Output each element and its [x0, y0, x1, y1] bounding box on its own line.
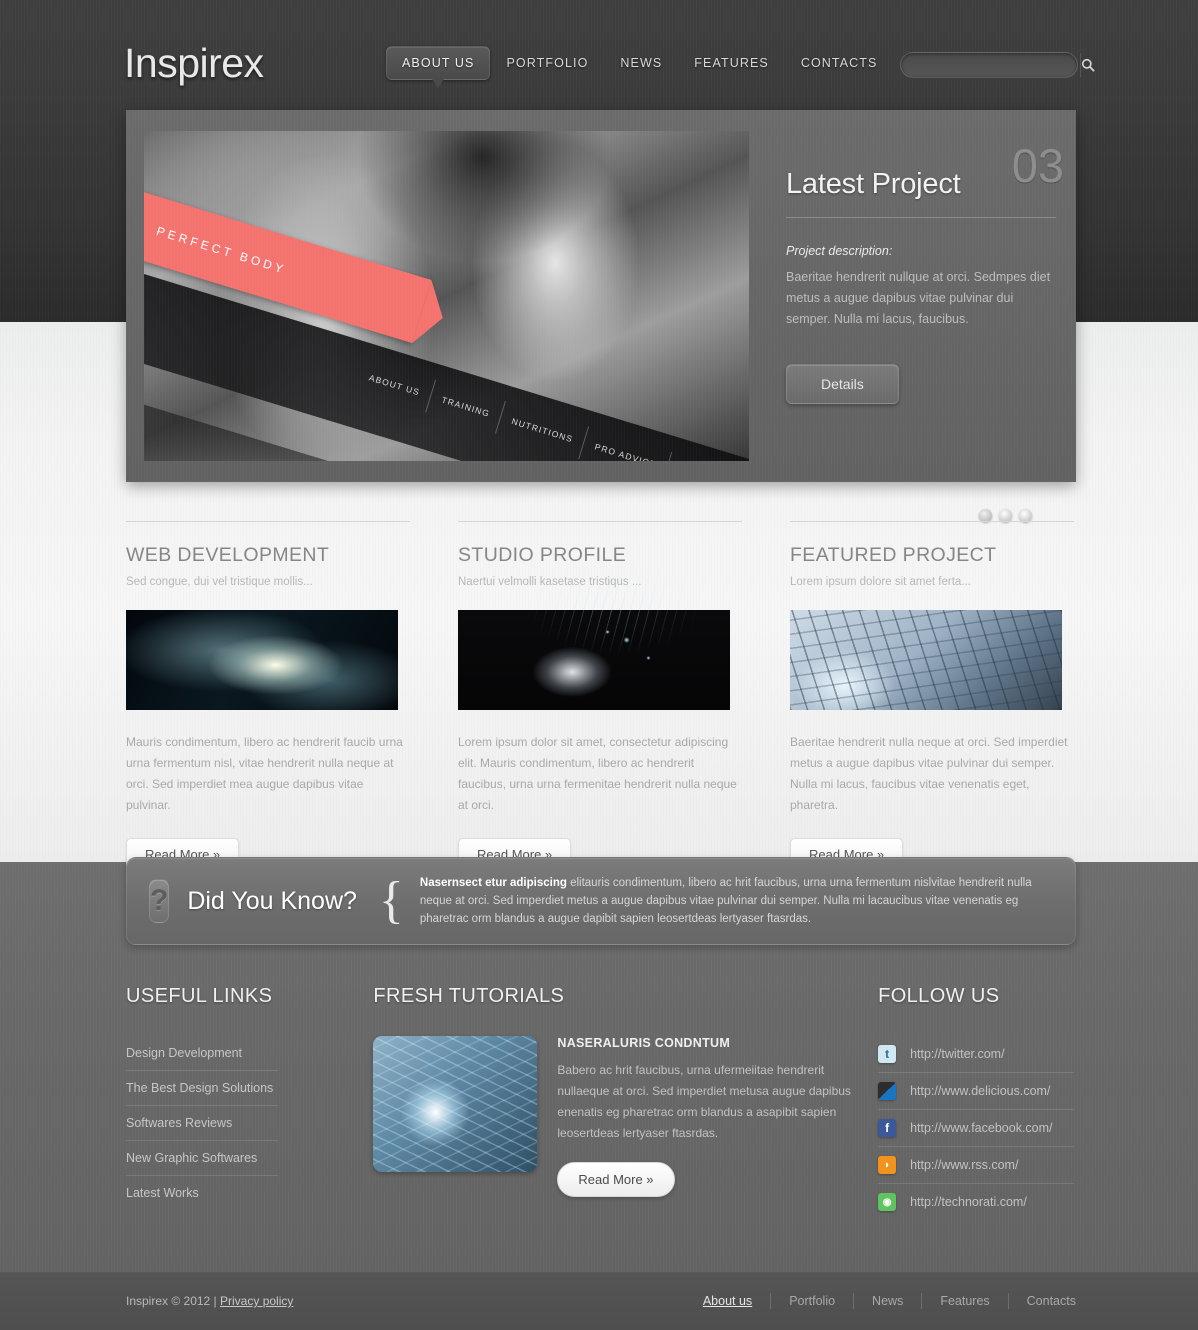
delicious-icon: [878, 1082, 897, 1100]
column-title: WEB DEVELOPMENT: [126, 544, 330, 566]
main-navigation: ABOUT US PORTFOLIO NEWS FEATURES CONTACT…: [386, 46, 894, 88]
slide-image[interactable]: ABOUT US TRAINING NUTRITIONS PRO ADVICE …: [144, 131, 749, 461]
social-link-twitter[interactable]: t http://twitter.com/: [878, 1036, 1075, 1073]
hero-slider: ABOUT US TRAINING NUTRITIONS PRO ADVICE …: [126, 110, 1076, 522]
feature-column-web-development: WEB DEVELOPMENT Sed congue, dui vel tris…: [126, 521, 410, 871]
social-link-rss[interactable]: ◗ http://www.rss.com/: [878, 1147, 1075, 1184]
read-more-button-tutorial[interactable]: Read More »: [557, 1162, 675, 1197]
site-logo[interactable]: Inspirex: [124, 40, 264, 87]
column-title: FEATURED PROJECT: [790, 544, 997, 566]
footer-columns: USEFUL LINKS Design Development The Best…: [126, 985, 1076, 1220]
useful-links-list: Design Development The Best Design Solut…: [126, 1036, 278, 1210]
social-link-facebook[interactable]: f http://www.facebook.com/: [878, 1110, 1075, 1147]
useful-link-softwares-reviews[interactable]: Softwares Reviews: [126, 1106, 278, 1141]
social-url-delicious: http://www.delicious.com/: [910, 1084, 1051, 1098]
copyright-label: Inspirex © 2012 |: [126, 1294, 221, 1308]
useful-links-section: USEFUL LINKS Design Development The Best…: [126, 985, 373, 1220]
column-thumbnail-featured-project[interactable]: [790, 610, 1062, 710]
fresh-tutorials-title: FRESH TUTORIALS: [373, 985, 565, 1007]
slide-nav-pro-advice[interactable]: PRO ADVICE: [579, 426, 673, 461]
slide-nav-nutritions[interactable]: NUTRITIONS: [495, 400, 589, 459]
bottom-bar: Inspirex © 2012 | Privacy policy About u…: [0, 1272, 1198, 1330]
follow-us-title: FOLLOW US: [878, 985, 1000, 1007]
useful-link-best-design-solutions[interactable]: The Best Design Solutions: [126, 1071, 278, 1106]
search-box: [900, 52, 1095, 78]
did-you-know-banner: ? Did You Know? { Nasernsect etur adipis…: [126, 857, 1076, 945]
did-you-know-text: Nasernsect etur adipiscing elitauris con…: [420, 874, 1053, 928]
tutorial-title: NASERALURIS CONDNTUM: [557, 1036, 731, 1050]
fresh-tutorials-section: FRESH TUTORIALS NASERALURIS CONDNTUM Bab…: [373, 985, 878, 1220]
follow-us-section: FOLLOW US t http://twitter.com/ http://w…: [878, 985, 1076, 1220]
slide-nav-about-us[interactable]: ABOUT US: [353, 357, 436, 412]
tutorial-text-block: NASERALURIS CONDNTUM Babero ac hrit fauc…: [557, 1036, 878, 1197]
search-input[interactable]: [901, 53, 1080, 77]
slide-number: 03: [1011, 139, 1064, 192]
tutorial-thumbnail[interactable]: [373, 1036, 538, 1172]
question-mark-icon: ?: [149, 879, 170, 923]
slide-info-panel: 03 Latest Project Project description: B…: [786, 142, 1064, 522]
social-url-twitter: http://twitter.com/: [910, 1047, 1005, 1061]
facebook-icon: f: [878, 1119, 897, 1137]
site-header: Inspirex ABOUT US PORTFOLIO NEWS FEATURE…: [0, 0, 1198, 112]
column-thumbnail-web-development[interactable]: [126, 610, 398, 710]
footer-nav-contacts[interactable]: Contacts: [1009, 1293, 1076, 1309]
footer-navigation: About us Portfolio News Features Contact…: [685, 1293, 1076, 1309]
column-top-divider: [790, 521, 1074, 522]
useful-link-design-development[interactable]: Design Development: [126, 1036, 278, 1071]
curly-brace-icon: {: [378, 872, 404, 930]
social-links-list: t http://twitter.com/ http://www.delicio…: [878, 1036, 1075, 1220]
tutorial-item: NASERALURIS CONDNTUM Babero ac hrit fauc…: [373, 1036, 878, 1197]
column-body: Baeritae hendrerit nulla neque at orci. …: [790, 735, 1068, 812]
did-you-know-title: Did You Know?: [187, 886, 357, 915]
social-url-rss: http://www.rss.com/: [910, 1158, 1019, 1172]
useful-link-new-graphic-softwares[interactable]: New Graphic Softwares: [126, 1141, 278, 1176]
nav-item-about-us[interactable]: ABOUT US: [386, 46, 491, 88]
footer-nav-features[interactable]: Features: [922, 1293, 1009, 1309]
social-link-technorati[interactable]: ◉ http://technorati.com/: [878, 1184, 1074, 1220]
page-root: Inspirex ABOUT US PORTFOLIO NEWS FEATURE…: [0, 0, 1198, 1330]
did-you-know-lead: Nasernsect etur adipiscing: [419, 877, 567, 889]
search-icon: [1081, 58, 1095, 72]
slide-description: Baeritae hendrerit nullque at orci. Sedm…: [786, 270, 1051, 326]
technorati-icon: ◉: [878, 1193, 897, 1211]
twitter-icon: t: [878, 1045, 897, 1063]
column-subtitle: Lorem ipsum dolore sit amet ferta...: [790, 576, 971, 588]
useful-links-title: USEFUL LINKS: [126, 985, 273, 1007]
slide-nav-training[interactable]: TRAINING: [425, 379, 506, 434]
column-thumbnail-studio-profile[interactable]: [458, 610, 730, 710]
column-subtitle: Sed congue, dui vel tristique mollis...: [126, 576, 313, 588]
slide-divider: [786, 217, 1056, 218]
feature-column-featured-project: FEATURED PROJECT Lorem ipsum dolore sit …: [790, 521, 1074, 871]
social-link-delicious[interactable]: http://www.delicious.com/: [878, 1073, 1075, 1110]
search-button[interactable]: [1080, 53, 1095, 77]
nav-item-news[interactable]: NEWS: [604, 46, 678, 80]
details-button[interactable]: Details: [786, 364, 899, 404]
social-url-facebook: http://www.facebook.com/: [910, 1121, 1053, 1135]
nav-item-features[interactable]: FEATURES: [678, 46, 785, 80]
column-top-divider: [126, 521, 410, 522]
slide-description-label: Project description:: [786, 244, 893, 258]
footer-nav-news[interactable]: News: [854, 1293, 923, 1309]
nav-item-portfolio[interactable]: PORTFOLIO: [490, 46, 604, 80]
social-url-technorati: http://technorati.com/: [910, 1195, 1027, 1209]
privacy-policy-link[interactable]: Privacy policy: [220, 1294, 293, 1308]
slide-nav-contact-us[interactable]: CONTACT US: [662, 452, 749, 461]
useful-link-latest-works[interactable]: Latest Works: [126, 1176, 278, 1210]
feature-columns: WEB DEVELOPMENT Sed congue, dui vel tris…: [126, 521, 1076, 871]
column-body: Mauris condimentum, libero ac hendrerit …: [126, 735, 403, 812]
footer-nav-portfolio[interactable]: Portfolio: [771, 1293, 855, 1309]
rss-icon: ◗: [878, 1156, 897, 1174]
nav-item-contacts[interactable]: CONTACTS: [785, 46, 894, 80]
feature-column-studio-profile: STUDIO PROFILE Naertui velmolli kasetase…: [458, 521, 742, 871]
footer-nav-about-us[interactable]: About us: [685, 1293, 772, 1309]
tutorial-body: Babero ac hrit faucibus, urna ufermeiita…: [557, 1063, 851, 1140]
copyright-text: Inspirex © 2012 | Privacy policy: [126, 1294, 293, 1308]
